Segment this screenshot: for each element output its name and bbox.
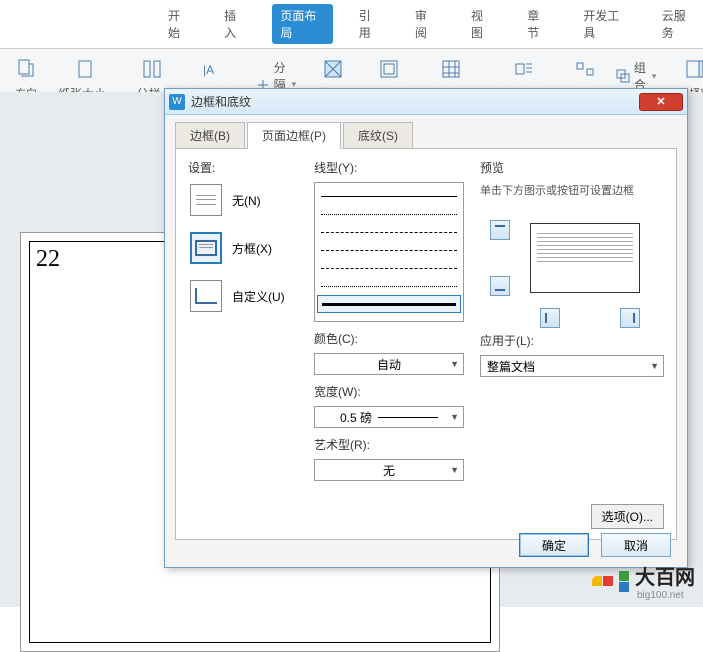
width-select[interactable]: 0.5 磅 (314, 406, 464, 428)
tab-border[interactable]: 边框(B) (175, 122, 245, 149)
paper-size-icon (71, 55, 99, 83)
ribbon-tab-page-layout[interactable]: 页面布局 (272, 4, 332, 44)
border-bottom-toggle[interactable] (490, 276, 510, 296)
tab-shading[interactable]: 底纹(S) (343, 122, 413, 149)
linestyle-dash-s[interactable] (317, 223, 461, 241)
custom-icon (190, 280, 222, 312)
watermark-url: big100.net (637, 590, 695, 601)
watermark: 大百网 big100.net (592, 561, 695, 601)
border-right-toggle[interactable] (620, 308, 640, 328)
dialog-buttons: 确定 取消 (519, 533, 671, 557)
align-icon (571, 55, 599, 83)
preview-thumbnail[interactable] (530, 223, 640, 293)
setting-custom[interactable]: 自定义(U) (188, 278, 298, 314)
page-number: 22 (36, 246, 60, 273)
text-direction-icon: |A (198, 55, 226, 83)
box-icon (190, 232, 222, 264)
background-icon (319, 55, 347, 83)
ribbon-tabs: 开始 插入 页面布局 引用 审阅 视图 章节 开发工具 云服务 (0, 0, 703, 48)
setting-box[interactable]: 方框(X) (188, 230, 298, 266)
watermark-logo-icon (592, 576, 613, 586)
options-button[interactable]: 选项(O)... (591, 504, 664, 529)
dialog-titlebar[interactable]: W 边框和底纹 ✕ (165, 89, 687, 115)
ribbon-tab-insert[interactable]: 插入 (216, 4, 254, 44)
text-wrap-icon (510, 55, 538, 83)
orientation-icon (12, 55, 40, 83)
ribbon-tab-chapter[interactable]: 章节 (519, 4, 557, 44)
linestyle-dashdot[interactable] (317, 259, 461, 277)
linestyle-thick[interactable] (317, 295, 461, 313)
preview-label: 预览 (480, 159, 664, 176)
none-icon (190, 184, 222, 216)
dialog-body: 设置: 无(N) 方框(X) 自定义(U) 线型(Y): (175, 148, 677, 540)
preview-box (480, 208, 660, 328)
watermark-logo-icon2 (619, 571, 629, 592)
ribbon-tab-reference[interactable]: 引用 (351, 4, 389, 44)
close-button[interactable]: ✕ (639, 93, 683, 111)
art-label: 艺术型(R): (314, 436, 464, 453)
color-label: 颜色(C): (314, 330, 464, 347)
border-left-toggle[interactable] (540, 308, 560, 328)
app-icon: W (169, 94, 185, 110)
dialog-title: 边框和底纹 (191, 93, 639, 110)
ribbon-tab-devtools[interactable]: 开发工具 (575, 4, 635, 44)
linestyle-solid[interactable] (317, 187, 461, 205)
linestyle-dash-m[interactable] (317, 241, 461, 259)
svg-text:|A: |A (203, 63, 214, 77)
apply-label: 应用于(L): (480, 332, 664, 349)
linestyle-label: 线型(Y): (314, 159, 464, 176)
page-border-icon (375, 55, 403, 83)
art-select[interactable]: 无 (314, 459, 464, 481)
ribbon-tab-view[interactable]: 视图 (463, 4, 501, 44)
cancel-button[interactable]: 取消 (601, 533, 671, 557)
tab-page-border[interactable]: 页面边框(P) (247, 122, 341, 149)
settings-label: 设置: (188, 159, 298, 176)
preview-hint: 单击下方图示或按钮可设置边框 (480, 182, 664, 198)
border-shading-dialog: W 边框和底纹 ✕ 边框(B) 页面边框(P) 底纹(S) 设置: 无(N) 方… (164, 88, 688, 568)
linestyle-list[interactable] (314, 182, 464, 322)
apply-select[interactable]: 整篇文档 (480, 355, 664, 377)
watermark-brand: 大百网 (635, 561, 695, 590)
ribbon-tab-review[interactable]: 审阅 (407, 4, 445, 44)
dialog-tabs: 边框(B) 页面边框(P) 底纹(S) (165, 115, 687, 148)
color-select[interactable]: 自动 (314, 353, 464, 375)
border-top-toggle[interactable] (490, 220, 510, 240)
selection-pane-icon (681, 55, 703, 83)
linestyle-dotted[interactable] (317, 205, 461, 223)
ribbon-tab-cloud[interactable]: 云服务 (654, 4, 703, 44)
width-label: 宽度(W): (314, 383, 464, 400)
manuscript-icon (437, 55, 465, 83)
ok-button[interactable]: 确定 (519, 533, 589, 557)
ribbon-tab-start[interactable]: 开始 (160, 4, 198, 44)
setting-none[interactable]: 无(N) (188, 182, 298, 218)
columns-icon (138, 55, 166, 83)
linestyle-dashdotdot[interactable] (317, 277, 461, 295)
